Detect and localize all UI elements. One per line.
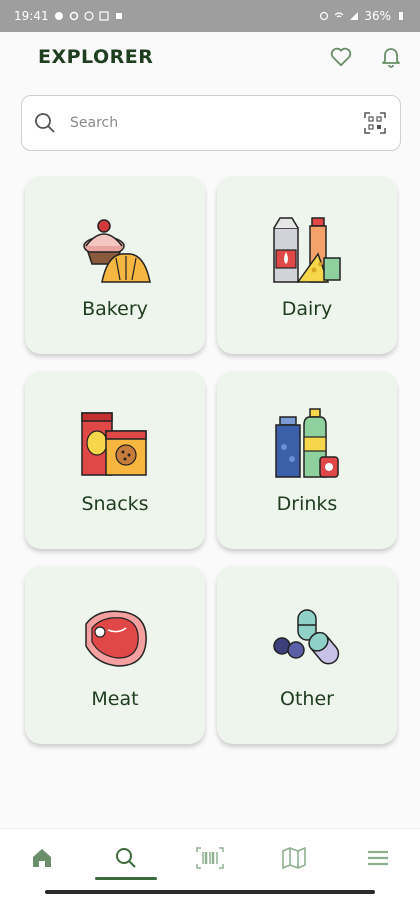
category-grid: Bakery Dairy Snacks Drinks Meat Other (25, 176, 397, 744)
dairy-icon (273, 217, 341, 283)
category-card-meat[interactable]: Meat (25, 566, 205, 744)
category-card-drinks[interactable]: Drinks (217, 371, 397, 549)
nav-scanner[interactable] (180, 832, 240, 884)
scan-button[interactable] (362, 110, 388, 136)
category-label: Other (280, 688, 334, 710)
search-input[interactable] (70, 115, 362, 131)
category-label: Dairy (281, 298, 333, 320)
alarm-icon (320, 11, 329, 21)
notifications-button[interactable] (378, 44, 404, 70)
battery-percent: 36% (364, 9, 391, 23)
home-icon (33, 848, 51, 867)
category-card-bakery[interactable]: Bakery (25, 176, 205, 354)
heart-icon (330, 47, 352, 67)
page-title: EXPLORER (38, 46, 154, 68)
barcode-icon (196, 846, 224, 869)
whatsapp-icon (83, 11, 94, 21)
status-bar: 19:41 36% (0, 0, 420, 32)
qr-scan-icon (364, 112, 386, 134)
category-card-other[interactable]: Other (217, 566, 397, 744)
pills-icon (273, 609, 340, 665)
bakery-icon (83, 219, 151, 283)
status-right: 36% (319, 9, 406, 23)
search-icon (35, 113, 55, 133)
search-bar[interactable] (21, 95, 401, 151)
wifi-icon (334, 12, 344, 18)
meat-icon (85, 610, 147, 667)
app-bar: EXPLORER (0, 32, 420, 82)
data-icon (115, 13, 122, 19)
menu-icon (368, 850, 388, 865)
status-time: 19:41 (14, 9, 49, 23)
bell-icon (382, 48, 400, 68)
category-label: Snacks (81, 493, 149, 515)
map-icon (282, 846, 306, 869)
search-icon (116, 847, 136, 868)
home-indicator[interactable] (45, 890, 375, 894)
battery-icon (399, 12, 403, 20)
nav-menu[interactable] (348, 832, 408, 884)
nav-map[interactable] (264, 832, 324, 884)
category-label: Drinks (276, 493, 338, 515)
signal-icon (350, 12, 359, 20)
header-actions (328, 44, 404, 70)
category-card-snacks[interactable]: Snacks (25, 371, 205, 549)
drinks-icon (275, 408, 339, 478)
nav-search[interactable] (95, 832, 157, 884)
category-label: Bakery (82, 298, 148, 320)
nav-home[interactable] (12, 832, 72, 884)
notification-icon (54, 12, 63, 20)
favorites-button[interactable] (328, 44, 354, 70)
gear-icon (69, 11, 78, 21)
snacks-icon (81, 412, 147, 476)
category-card-dairy[interactable]: Dairy (217, 176, 397, 354)
bottom-nav (0, 828, 420, 886)
status-left: 19:41 (14, 9, 124, 23)
image-icon (98, 11, 109, 21)
gesture-bar (0, 886, 420, 900)
category-label: Meat (91, 688, 139, 710)
